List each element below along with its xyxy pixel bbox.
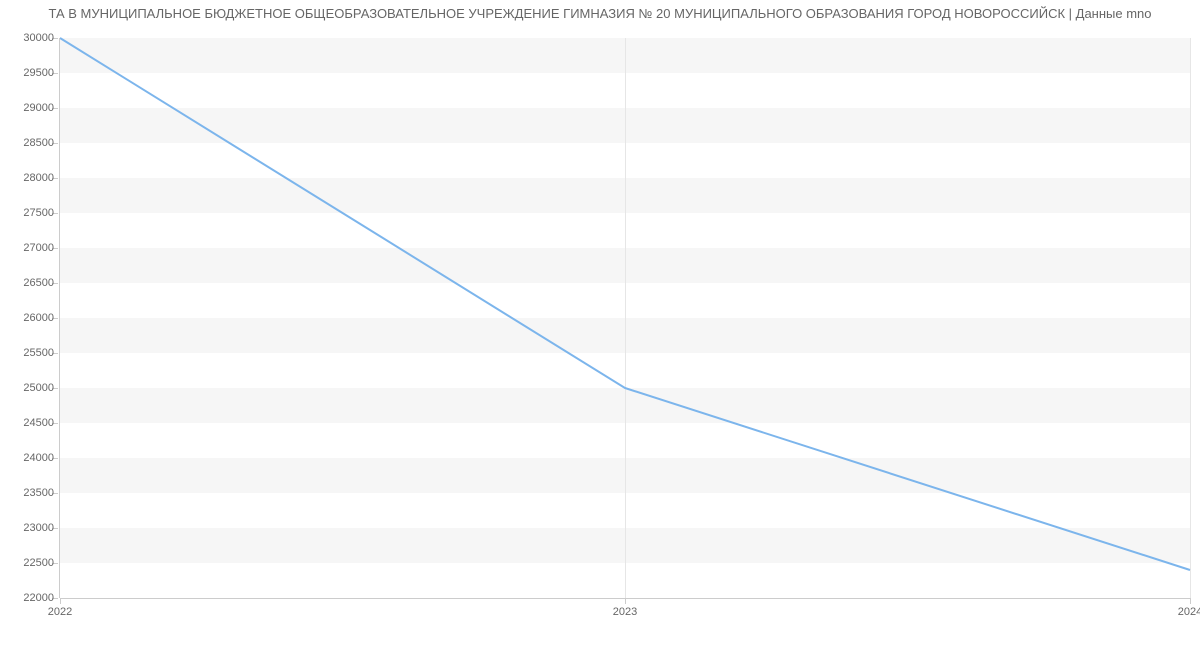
y-tick-label: 22500 [23,557,54,569]
y-tick-label: 28000 [23,172,54,184]
x-tick [1190,598,1191,604]
x-tick [60,598,61,604]
x-tick-label: 2023 [613,606,637,618]
data-line [60,38,1190,570]
gridline-vertical [1190,38,1191,598]
x-tick [625,598,626,604]
y-tick-label: 27000 [23,242,54,254]
y-tick-label: 27500 [23,207,54,219]
y-tick-label: 29000 [23,102,54,114]
y-tick-label: 29500 [23,67,54,79]
y-tick-label: 23500 [23,487,54,499]
y-tick-label: 26500 [23,277,54,289]
line-svg [60,38,1190,598]
x-tick-label: 2022 [48,606,72,618]
plot-area [60,38,1190,598]
y-tick-label: 25500 [23,347,54,359]
y-tick-label: 24000 [23,452,54,464]
chart-container: 22000 22500 23000 23500 24000 24500 25000 25500… [0,28,1200,638]
y-tick-label: 23000 [23,522,54,534]
y-tick-label: 25000 [23,382,54,394]
y-axis-line [59,38,60,598]
y-tick-label: 24500 [23,417,54,429]
y-tick-label: 26000 [23,312,54,324]
x-tick-label: 2024 [1178,606,1200,618]
y-tick-label: 30000 [23,32,54,44]
y-tick-label: 28500 [23,137,54,149]
y-tick-label: 22000 [23,592,54,604]
chart-title: ТА В МУНИЦИПАЛЬНОЕ БЮДЖЕТНОЕ ОБЩЕОБРАЗОВ… [0,0,1200,25]
